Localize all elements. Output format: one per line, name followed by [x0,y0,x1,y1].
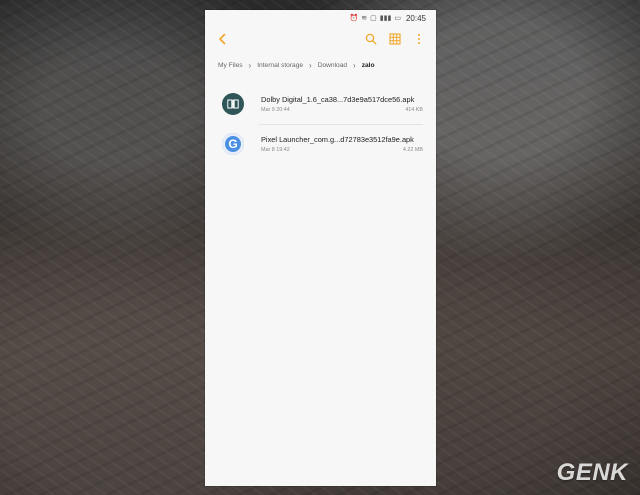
file-subline: Mar 9 20:44 414 KB [261,107,423,113]
nfc-icon: ▢ [370,14,377,22]
signal-icon: ▮▮▮ [379,14,392,22]
file-size: 414 KB [405,107,423,113]
search-icon[interactable] [364,32,378,46]
file-name: Dolby Digital_1.6_ca38...7d3e9a517dce56.… [261,95,415,104]
alarm-icon: ⏰ [349,14,359,22]
file-row-dolby[interactable]: Dolby Digital_1.6_ca38...7d3e9a517dce56.… [205,84,436,124]
genk-watermark: GENK [556,459,628,486]
grid-icon[interactable] [388,32,402,46]
wifi-icon: ≋ [361,14,368,22]
toolbar-actions [364,32,426,46]
chevron-right-icon: › [248,60,252,70]
chevron-right-icon: › [353,60,356,70]
breadcrumb-item-my-files[interactable]: My Files [218,62,243,69]
file-name: Pixel Launcher_com.g...d72783e3512fa9e.a… [261,135,414,144]
toolbar [205,26,436,52]
breadcrumb-item-zalo: zalo [361,61,375,69]
file-date: Mar 9 20:44 [261,107,290,113]
file-date: Mar 8 19:42 [261,147,290,153]
google-app-icon: G [222,133,244,155]
status-time: 20:45 [405,13,426,23]
file-list: Dolby Digital_1.6_ca38...7d3e9a517dce56.… [205,78,436,164]
dolby-app-icon [222,93,244,115]
file-row-pixel-launcher[interactable]: G Pixel Launcher_com.g...d72783e3512fa9e… [205,124,436,164]
chevron-right-icon: › [309,60,312,70]
file-subline: Mar 8 19:42 4.22 MB [261,147,423,153]
file-size: 4.22 MB [402,147,423,153]
breadcrumb-item-internal-storage[interactable]: Internal storage [257,62,303,69]
file-meta: Pixel Launcher_com.g...d72783e3512fa9e.a… [261,135,423,153]
status-bar: ⏰ ≋ ▢ ▮▮▮ ▭ 20:45 [205,10,436,26]
more-vert-icon[interactable] [412,32,426,46]
battery-icon: ▭ [394,14,401,22]
breadcrumb-item-download[interactable]: Download [318,62,347,69]
file-manager-window: ⏰ ≋ ▢ ▮▮▮ ▭ 20:45 My Files › Internal st… [205,10,436,486]
file-meta: Dolby Digital_1.6_ca38...7d3e9a517dce56.… [261,95,423,113]
breadcrumb: My Files › Internal storage › Download ›… [205,52,436,78]
toolbar-left [215,32,237,46]
chevron-left-icon[interactable] [215,32,229,46]
